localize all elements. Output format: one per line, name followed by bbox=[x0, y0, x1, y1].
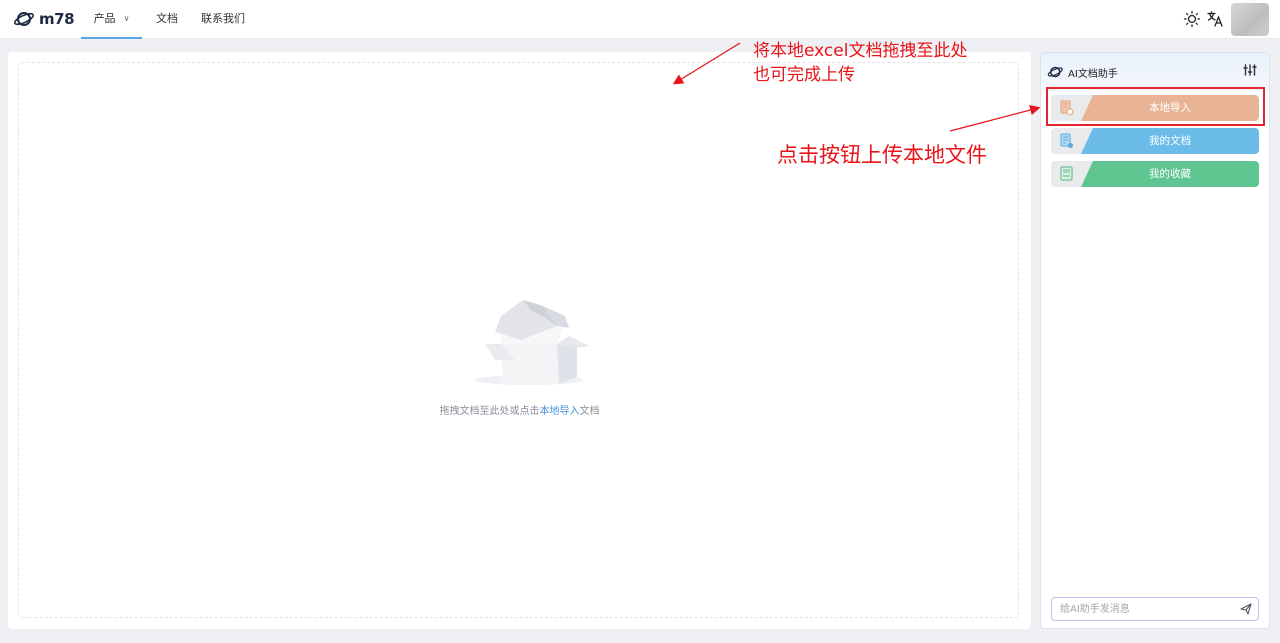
logo-text: m78 bbox=[39, 10, 75, 28]
nav-docs-label: 文档 bbox=[156, 12, 178, 25]
chat-input-box bbox=[1051, 597, 1259, 621]
nav-docs[interactable]: 文档 bbox=[156, 0, 178, 39]
hint-suffix: 文档 bbox=[579, 406, 600, 417]
my-favorites-button[interactable]: 我的收藏 bbox=[1051, 161, 1259, 187]
empty-box-illustration bbox=[475, 300, 589, 385]
my-documents-icon bbox=[1060, 133, 1073, 148]
drag-upload-annotation: 将本地excel文档拖拽至此处 也可完成上传 bbox=[753, 40, 967, 88]
nav-products-label: 产品 bbox=[93, 12, 116, 25]
my-documents-button[interactable]: 我的文档 bbox=[1051, 128, 1259, 154]
dropzone-hint: 拖拽文档至此处或点击本地导入文档 bbox=[19, 402, 1020, 417]
sliders-settings-icon[interactable] bbox=[1243, 63, 1257, 77]
hint-prefix: 拖拽文档至此处或点击 bbox=[439, 406, 540, 417]
nav-contact-label: 联系我们 bbox=[201, 12, 245, 25]
sun-icon[interactable] bbox=[1183, 10, 1201, 28]
panel-header: AI文档助手 bbox=[1041, 53, 1269, 91]
ai-assistant-panel: AI文档助手 本地导入 我的文档 我的收藏 给AI助手发消息 bbox=[1040, 52, 1270, 629]
my-favorites-label: 我的收藏 bbox=[1149, 168, 1191, 180]
chevron-down-icon: ∨ bbox=[123, 14, 130, 23]
my-documents-label: 我的文档 bbox=[1149, 135, 1191, 147]
nav-products[interactable]: 产品 ∨ bbox=[81, 0, 142, 39]
planet-logo-icon bbox=[14, 12, 34, 26]
favorites-icon bbox=[1060, 166, 1073, 181]
nav-contact[interactable]: 联系我们 bbox=[201, 0, 245, 39]
top-navigation-bar: m78 产品 ∨ 文档 联系我们 bbox=[0, 0, 1280, 39]
logo[interactable]: m78 bbox=[13, 8, 75, 30]
local-import-link[interactable]: 本地导入 bbox=[540, 406, 580, 417]
click-upload-annotation: 点击按钮上传本地文件 bbox=[777, 143, 987, 167]
planet-logo-icon bbox=[1047, 66, 1063, 78]
main-content-card: 拖拽文档至此处或点击本地导入文档 bbox=[8, 52, 1031, 629]
chat-message-input[interactable] bbox=[1052, 598, 1232, 620]
drag-annotation-line-1: 将本地excel文档拖拽至此处 bbox=[753, 41, 968, 61]
drag-annotation-line-2: 也可完成上传 bbox=[753, 64, 855, 85]
panel-title: AI文档助手 bbox=[1068, 69, 1118, 80]
user-avatar[interactable] bbox=[1231, 3, 1269, 36]
highlight-box bbox=[1046, 87, 1265, 126]
send-icon[interactable] bbox=[1240, 603, 1252, 615]
translate-icon[interactable] bbox=[1206, 10, 1224, 28]
